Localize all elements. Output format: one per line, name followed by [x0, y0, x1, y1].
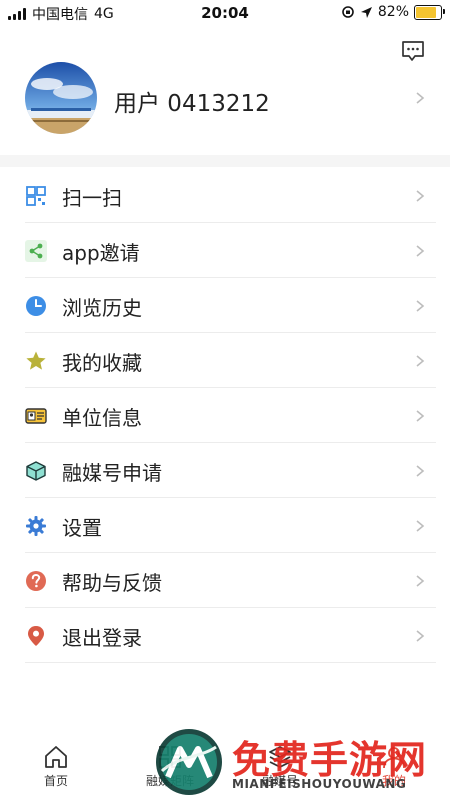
id-card-icon	[25, 408, 47, 424]
menu-item-scan[interactable]: 扫一扫	[0, 168, 450, 223]
share-icon	[25, 240, 47, 262]
chevron-right-icon	[416, 575, 425, 587]
menu-item-app-invite[interactable]: app邀请	[0, 223, 450, 278]
menu-item-label: app邀请	[62, 241, 140, 265]
avatar-photo	[25, 62, 97, 134]
location-pin-icon	[28, 626, 44, 646]
menu-item-label: 融媒号申请	[62, 461, 162, 485]
status-right: 82%	[341, 4, 445, 20]
profile-page: 中国电信 4G 20:04 82% 用户 0413212 扫一扫 app邀请 浏…	[0, 0, 450, 800]
username: 用户 0413212	[114, 91, 270, 117]
chevron-right-icon	[416, 410, 425, 422]
home-icon	[45, 746, 67, 768]
gear-icon	[26, 516, 46, 536]
menu-item-label: 扫一扫	[62, 186, 122, 210]
avatar[interactable]	[25, 62, 97, 134]
chevron-right-icon	[416, 190, 425, 202]
chevron-right-icon	[416, 92, 425, 104]
orientation-lock-icon	[342, 6, 354, 18]
menu-item-label: 单位信息	[62, 406, 142, 430]
menu-item-help-feedback[interactable]: 帮助与反馈	[0, 553, 450, 608]
chevron-right-icon	[416, 300, 425, 312]
menu-item-favorites[interactable]: 我的收藏	[0, 333, 450, 388]
clock-icon	[26, 296, 46, 316]
watermark: 免费手游网 MIANFEISHOUYOUWANG	[150, 725, 450, 800]
menu-item-unit-info[interactable]: 单位信息	[0, 388, 450, 443]
menu-item-history[interactable]: 浏览历史	[0, 278, 450, 333]
menu-list: 扫一扫 app邀请 浏览历史 我的收藏 单位信息 融媒号申请 设置 帮助与反馈 …	[0, 168, 450, 663]
chevron-right-icon	[416, 630, 425, 642]
battery-percent: 82%	[377, 4, 409, 20]
location-arrow-icon	[360, 6, 372, 18]
cube-icon	[26, 461, 46, 481]
menu-item-label: 浏览历史	[62, 296, 142, 320]
menu-item-label: 帮助与反馈	[62, 571, 162, 595]
menu-item-label: 设置	[62, 516, 102, 540]
menu-item-label: 退出登录	[62, 626, 142, 650]
menu-item-logout[interactable]: 退出登录	[0, 608, 450, 663]
chevron-right-icon	[416, 520, 425, 532]
watermark-title: 免费手游网	[232, 738, 428, 782]
tab-label: 首页	[43, 774, 68, 788]
menu-item-settings[interactable]: 设置	[0, 498, 450, 553]
watermark-logo	[156, 729, 222, 795]
qr-scan-icon	[26, 186, 46, 206]
battery-icon	[414, 4, 445, 20]
status-bar: 中国电信 4G 20:04 82%	[0, 0, 450, 26]
chevron-right-icon	[416, 245, 425, 257]
watermark-subtitle: MIANFEISHOUYOUWANG	[232, 777, 407, 791]
question-icon	[26, 571, 46, 591]
section-divider	[0, 155, 450, 167]
star-icon	[26, 351, 46, 370]
chevron-right-icon	[416, 465, 425, 477]
chevron-right-icon	[416, 355, 425, 367]
row-divider	[25, 662, 436, 663]
tab-home[interactable]: 首页	[16, 744, 96, 789]
menu-item-label: 我的收藏	[62, 351, 142, 375]
menu-item-media-apply[interactable]: 融媒号申请	[0, 443, 450, 498]
profile-header[interactable]: 用户 0413212	[0, 60, 450, 140]
